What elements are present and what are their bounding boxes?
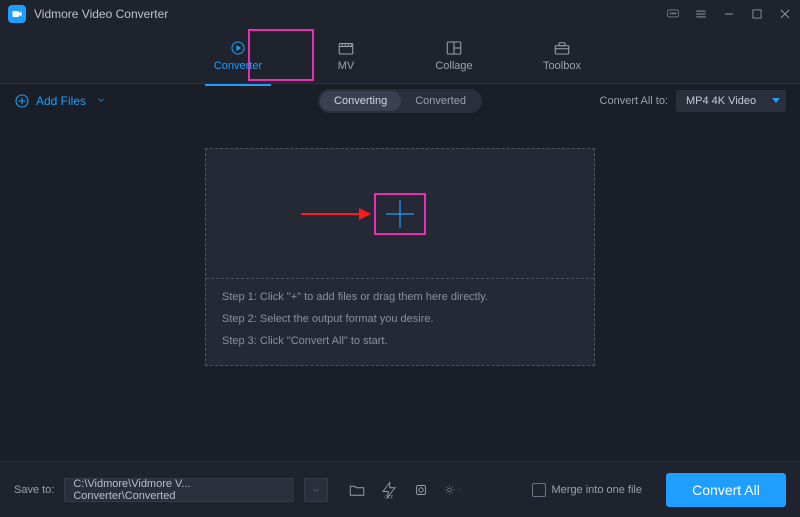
plus-icon	[384, 198, 416, 230]
folder-icon	[348, 481, 366, 499]
save-to-label: Save to:	[14, 484, 54, 496]
chevron-down-icon	[311, 485, 321, 495]
step2-text: Step 2: Select the output format you des…	[222, 313, 578, 325]
chevron-down-icon	[457, 486, 462, 494]
svg-text:OFF: OFF	[385, 494, 394, 499]
tab-collage[interactable]: Collage	[423, 32, 485, 80]
window-controls	[666, 7, 792, 21]
dropzone-steps: Step 1: Click "+" to add files or drag t…	[206, 279, 594, 359]
gear-icon	[444, 481, 455, 499]
merge-label: Merge into one file	[552, 484, 643, 496]
convert-all-to-group: Convert All to: MP4 4K Video	[600, 90, 786, 112]
save-to-dropdown[interactable]	[304, 478, 328, 502]
titlebar: Vidmore Video Converter	[0, 0, 800, 28]
plus-circle-icon	[14, 93, 30, 109]
tab-label: MV	[338, 60, 355, 72]
open-folder-button[interactable]	[348, 481, 366, 499]
add-files-label: Add Files	[36, 94, 86, 108]
dropzone[interactable]: Step 1: Click "+" to add files or drag t…	[205, 148, 595, 366]
top-tabs: Converter MV Collage Toolbox	[0, 28, 800, 84]
format-select[interactable]: MP4 4K Video	[676, 90, 786, 112]
close-icon[interactable]	[778, 7, 792, 21]
tab-toolbox[interactable]: Toolbox	[531, 32, 593, 80]
convert-all-button-label: Convert All	[692, 482, 760, 498]
main-area: Step 1: Click "+" to add files or drag t…	[0, 118, 800, 461]
feedback-icon[interactable]	[666, 7, 680, 21]
merge-checkbox[interactable]: Merge into one file	[532, 483, 643, 497]
tab-mv[interactable]: MV	[315, 32, 377, 80]
tab-label: Converter	[214, 60, 262, 72]
app-logo	[8, 5, 26, 23]
dropzone-upper	[206, 149, 594, 279]
minimize-icon[interactable]	[722, 7, 736, 21]
convert-all-button[interactable]: Convert All	[666, 473, 786, 507]
high-speed-button[interactable]	[412, 481, 430, 499]
tab-label: Toolbox	[543, 60, 581, 72]
seg-converting[interactable]: Converting	[320, 91, 401, 111]
tab-converter[interactable]: Converter	[207, 32, 269, 80]
checkbox-icon	[532, 483, 546, 497]
add-files-button[interactable]: Add Files	[14, 93, 106, 109]
save-to-path-value: C:\Vidmore\Vidmore V... Converter\Conver…	[73, 478, 286, 502]
add-file-plus[interactable]	[374, 193, 426, 235]
mv-icon	[335, 39, 357, 57]
convert-all-to-label: Convert All to:	[600, 95, 668, 107]
bottom-icon-group: OFF	[348, 481, 462, 499]
seg-label: Converted	[415, 95, 466, 107]
chip-icon	[412, 481, 430, 499]
tab-label: Collage	[435, 60, 472, 72]
toolbox-icon	[551, 39, 573, 57]
bottom-bar: Save to: C:\Vidmore\Vidmore V... Convert…	[0, 461, 800, 517]
status-segment: Converting Converted	[318, 89, 482, 113]
settings-button[interactable]	[444, 481, 462, 499]
chevron-down-icon	[96, 94, 106, 108]
toolbar: Add Files Converting Converted Convert A…	[0, 84, 800, 118]
seg-label: Converting	[334, 95, 387, 107]
collage-icon	[443, 39, 465, 57]
save-to-path[interactable]: C:\Vidmore\Vidmore V... Converter\Conver…	[64, 478, 294, 502]
converter-icon	[227, 39, 249, 57]
app-title: Vidmore Video Converter	[34, 7, 168, 21]
camera-icon	[11, 8, 23, 20]
hw-accel-button[interactable]: OFF	[380, 481, 398, 499]
menu-icon[interactable]	[694, 7, 708, 21]
step1-text: Step 1: Click "+" to add files or drag t…	[222, 291, 578, 303]
maximize-icon[interactable]	[750, 7, 764, 21]
format-select-value: MP4 4K Video	[686, 95, 756, 107]
step3-text: Step 3: Click "Convert All" to start.	[222, 335, 578, 347]
annotation-arrow	[301, 205, 371, 223]
seg-converted[interactable]: Converted	[401, 91, 480, 111]
lightning-icon: OFF	[380, 481, 398, 499]
